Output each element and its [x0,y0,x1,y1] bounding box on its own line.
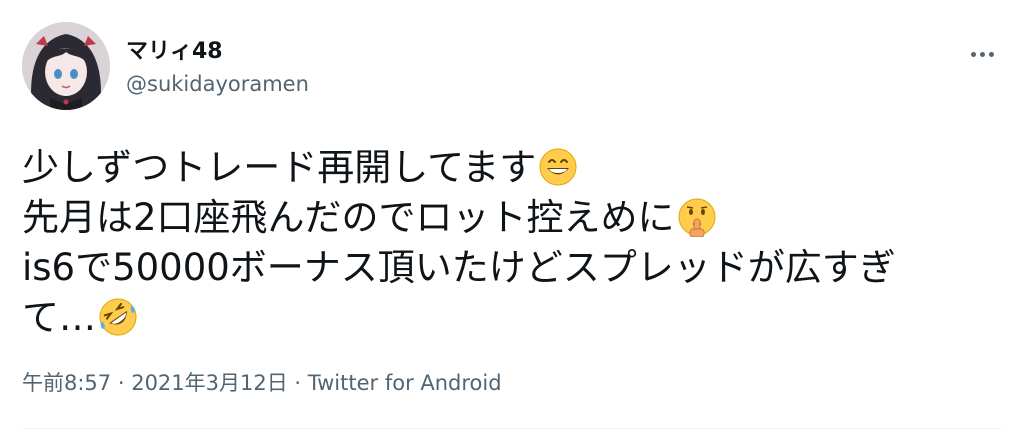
tweet-line: 先月は2口座飛んだのでロット控えめに [22,193,1002,243]
tweet-card: マリィ48 @sukidayoramen 少しずつトレード再開してます 先月は2… [0,0,1024,438]
tweet-line-text: 少しずつトレード再開してます [22,146,537,189]
tweet-metadata: 午前8:57 · 2021年3月12日 · Twitter for Androi… [22,369,502,397]
divider [22,428,1002,429]
avatar[interactable] [22,22,110,110]
tweet-line: is6で50000ボーナス頂いたけどスプレッドが広すぎ [22,246,896,289]
user-handle[interactable]: @sukidayoramen [126,71,309,97]
author-info: マリィ48 @sukidayoramen [126,38,309,97]
more-options-button[interactable] [962,34,1002,74]
tweet-line: 少しずつトレード再開してます [22,143,1002,193]
tweet-time[interactable]: 午前8:57 [22,371,111,395]
tweet-line: て… [22,293,1002,343]
shushing-face-icon [677,197,717,237]
meta-separator: · [287,371,308,395]
tweet-source-link[interactable]: Twitter for Android [308,371,502,395]
tweet-line-text: 先月は2口座飛んだのでロット控えめに [22,196,675,239]
more-dots-icon [970,51,976,57]
grinning-face-icon [538,147,578,187]
more-dot [988,51,994,57]
tweet-line-text: て… [22,296,96,339]
rolling-on-floor-laughing-icon [98,297,138,337]
tweet-text: 少しずつトレード再開してます 先月は2口座飛んだのでロット控えめに is6で50… [22,143,1002,343]
display-name[interactable]: マリィ48 [126,38,309,66]
meta-separator: · [111,371,132,395]
tweet-date[interactable]: 2021年3月12日 [131,371,288,395]
more-dot [979,51,985,57]
